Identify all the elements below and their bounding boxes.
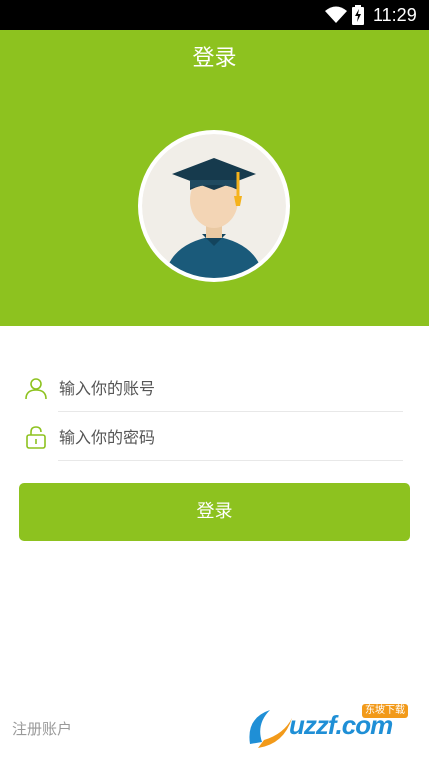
wifi-icon [325, 6, 347, 23]
watermark-tag: 东坡下载 [362, 704, 408, 718]
register-link[interactable]: 注册账户 [12, 718, 72, 739]
header-banner: 登录 [0, 30, 429, 326]
battery-charging-icon [352, 5, 364, 25]
avatar [138, 130, 290, 282]
account-divider [58, 411, 403, 412]
password-divider [58, 460, 403, 461]
graduate-avatar-icon [142, 134, 286, 278]
status-bar: 11:29 [0, 0, 429, 30]
account-input[interactable] [59, 372, 389, 404]
watermark-swoosh-icon [249, 710, 292, 748]
watermark-logo: uzzf.com 东坡下载 [244, 700, 426, 756]
password-input[interactable] [59, 421, 389, 453]
user-icon [25, 378, 47, 400]
status-time: 11:29 [373, 5, 417, 25]
page-title: 登录 [192, 46, 237, 71]
login-button[interactable]: 登录 [19, 483, 410, 541]
password-field [20, 413, 403, 461]
account-field [20, 364, 403, 412]
lock-icon [26, 426, 46, 449]
